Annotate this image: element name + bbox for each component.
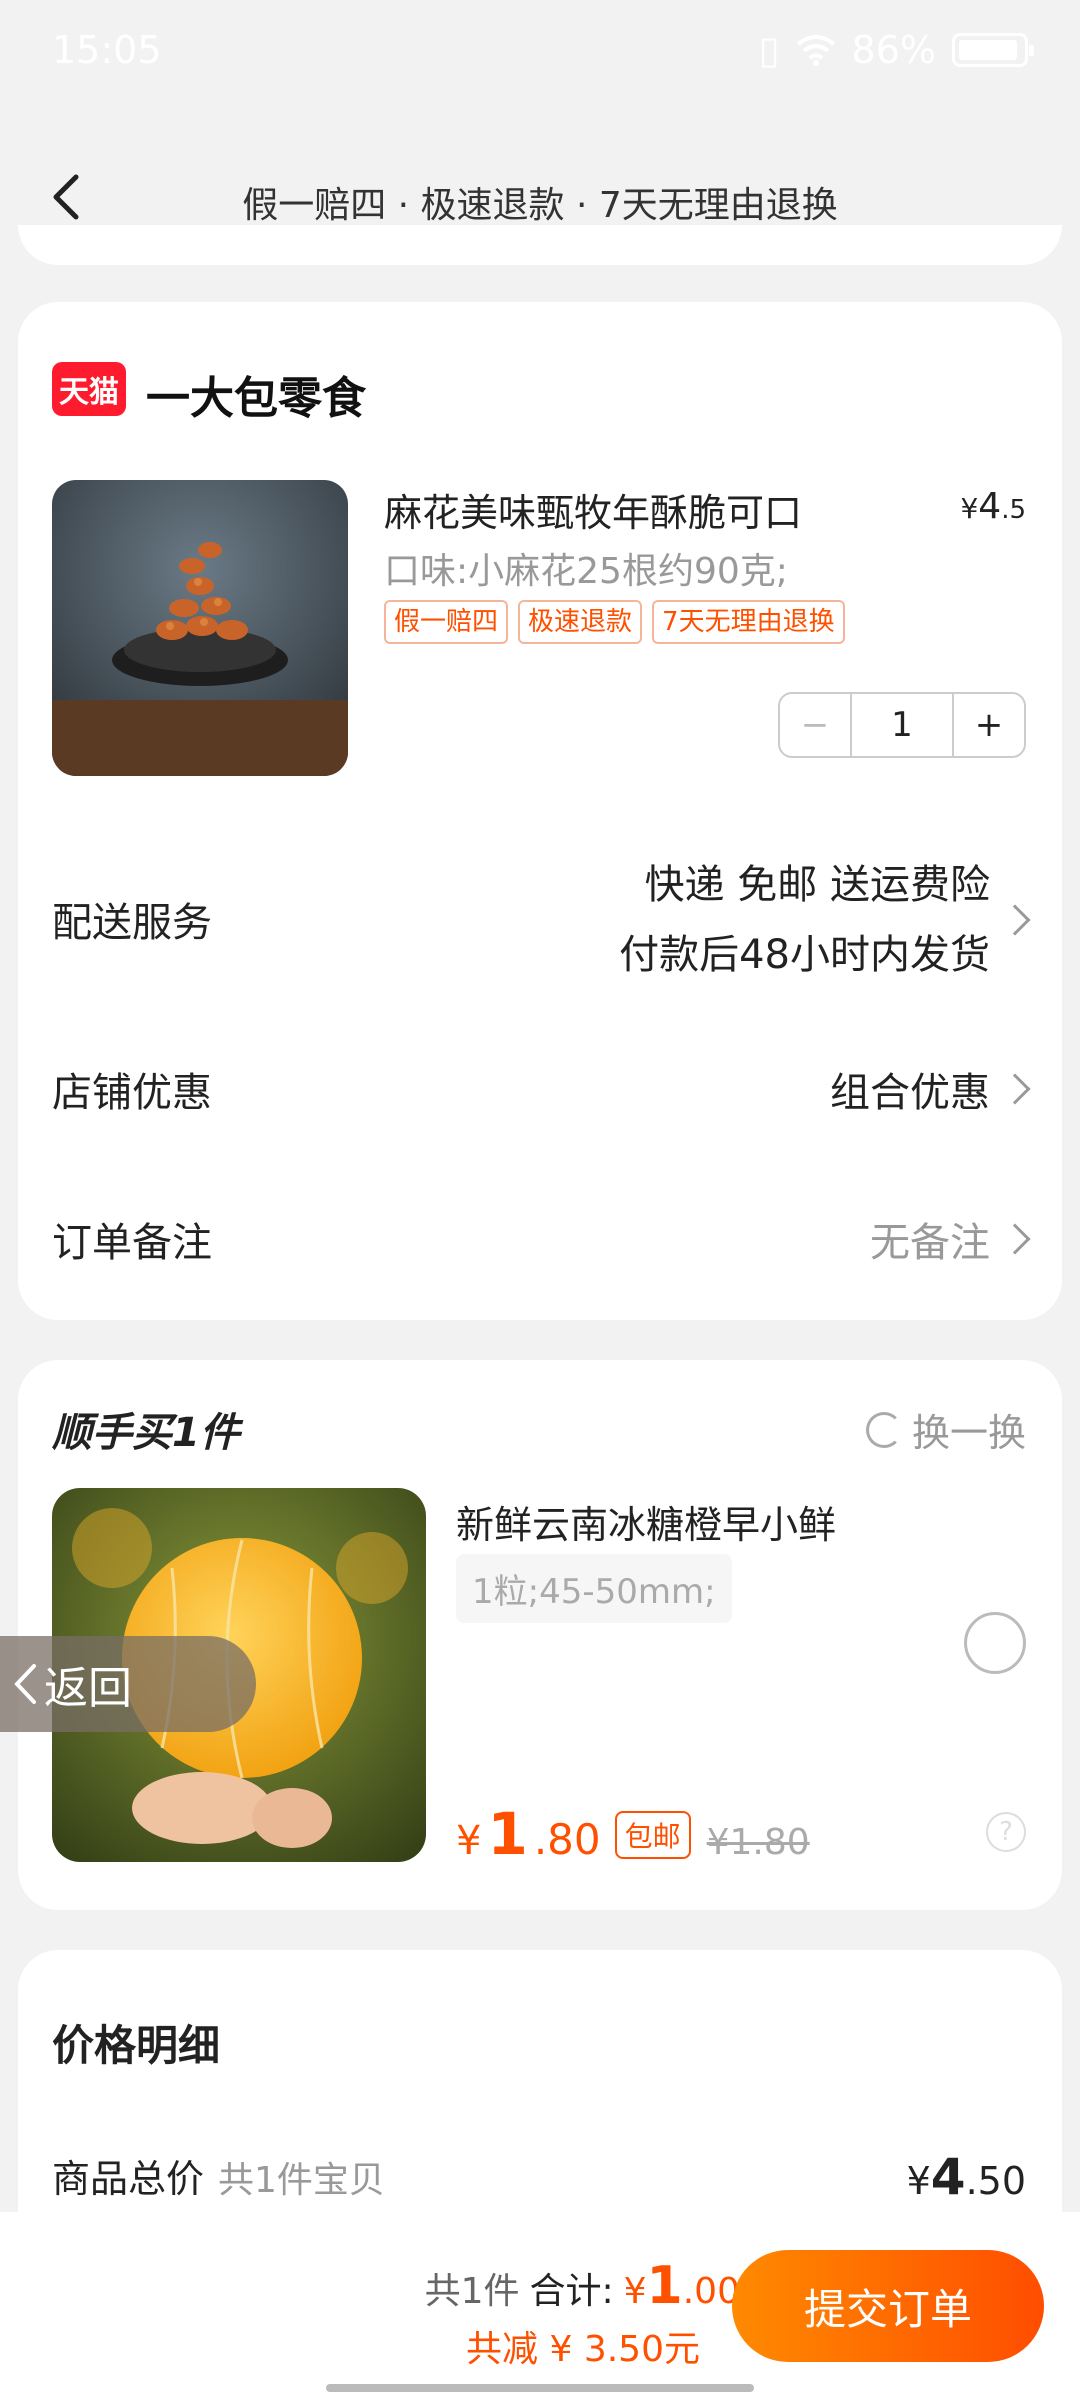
- recommend-name[interactable]: 新鲜云南冰糖橙早小鲜: [456, 1494, 836, 1549]
- refresh-icon: [865, 1411, 902, 1448]
- recommend-price: ¥1.80 包邮 ¥1.80: [456, 1800, 810, 1868]
- address-card-edge: [18, 225, 1062, 265]
- sum-label: 合计:: [529, 2271, 614, 2312]
- sim-icon: ▯: [758, 28, 780, 72]
- battery-icon: [952, 33, 1034, 67]
- tag-7day-return: 7天无理由退换: [652, 600, 845, 644]
- product-sku[interactable]: 口味:小麻花25根约90克;: [384, 542, 788, 594]
- chevron-right-icon: [999, 1223, 1031, 1255]
- recommend-sku[interactable]: 1粒;45-50mm;: [456, 1554, 732, 1623]
- chevron-left-icon: [53, 174, 79, 220]
- tag-fast-refund: 极速退款: [518, 600, 643, 644]
- item-count: 共1件: [424, 2271, 520, 2312]
- store-discount-value: 组合优惠: [830, 1070, 990, 1116]
- quantity-stepper: − 1 +: [778, 692, 1026, 758]
- product-title[interactable]: 麻花美味甄牧年酥脆可口: [384, 482, 802, 537]
- submit-order-button[interactable]: 提交订单: [732, 2250, 1044, 2362]
- chevron-left-icon: [14, 1664, 36, 1704]
- store-discount-row[interactable]: 组合优惠: [830, 1060, 1031, 1118]
- battery-percent: 86%: [851, 28, 936, 72]
- quantity-minus-button[interactable]: −: [780, 694, 852, 756]
- checkout-bar: 共1件 合计: ¥1.00 共减 ¥ 3.50元 提交订单: [0, 2212, 1080, 2400]
- product-image[interactable]: [52, 480, 348, 776]
- status-time: 15:05: [52, 28, 162, 72]
- recommend-card: 顺手买1件 换一换 新鲜云南冰糖橙早小鲜 1粒;45-50mm; ¥ 1 .80…: [18, 1360, 1062, 1910]
- total-discount: 共减 ¥ 3.50元: [466, 2329, 700, 2370]
- store-card: 天猫 一大包零食 麻花美味甄牧年酥脆可口 ¥4.5 口味:小麻花25根约90克;…: [18, 302, 1062, 1320]
- swap-button[interactable]: 换一换: [865, 1402, 1026, 1457]
- goods-total-price: ¥4.50: [906, 2148, 1026, 2206]
- delivery-label: 配送服务: [52, 900, 212, 946]
- sum-price: ¥1.00: [623, 2256, 740, 2316]
- order-note-value: 无备注: [870, 1220, 990, 1266]
- price-detail-title: 价格明细: [52, 2021, 221, 2070]
- service-tags: 假一赔四 极速退款 7天无理由退换: [384, 600, 845, 644]
- status-bar: 15:05 ▯ 86%: [0, 0, 1080, 100]
- page-title: 假一赔四 · 极速退款 · 7天无理由退换: [242, 185, 838, 226]
- quantity-plus-button[interactable]: +: [952, 694, 1024, 756]
- store-name[interactable]: 一大包零食: [146, 362, 366, 426]
- help-icon[interactable]: ?: [986, 1812, 1026, 1852]
- tmall-logo-icon: 天猫: [52, 362, 126, 416]
- free-shipping-badge: 包邮: [614, 1811, 691, 1859]
- product-price: ¥4.5: [960, 486, 1026, 527]
- status-icons: ▯ 86%: [758, 28, 1034, 72]
- store-discount-label: 店铺优惠: [52, 1070, 212, 1116]
- goods-total-label: 商品总价 共1件宝贝: [52, 2157, 385, 2201]
- chevron-right-icon: [999, 1073, 1031, 1105]
- order-summary: 共1件 合计: ¥1.00: [425, 2256, 740, 2316]
- order-note-row[interactable]: 无备注: [870, 1210, 1031, 1268]
- delivery-value: 快递 免邮 送运费险 付款后48小时内发货: [619, 862, 990, 978]
- floating-back-button[interactable]: 返回: [0, 1636, 256, 1732]
- quantity-input[interactable]: 1: [852, 694, 952, 756]
- home-indicator[interactable]: [326, 2384, 754, 2392]
- order-note-label: 订单备注: [52, 1220, 212, 1266]
- delivery-row[interactable]: 快递 免邮 送运费险 付款后48小时内发货: [619, 850, 1031, 990]
- chevron-right-icon: [999, 904, 1031, 936]
- original-price: ¥1.80: [706, 1822, 810, 1863]
- recommend-title: 顺手买1件: [52, 1410, 240, 1456]
- tag-fake-compensation: 假一赔四: [384, 600, 509, 644]
- back-button[interactable]: [30, 162, 100, 232]
- wifi-icon: [796, 35, 835, 66]
- recommend-select-radio[interactable]: [964, 1612, 1026, 1674]
